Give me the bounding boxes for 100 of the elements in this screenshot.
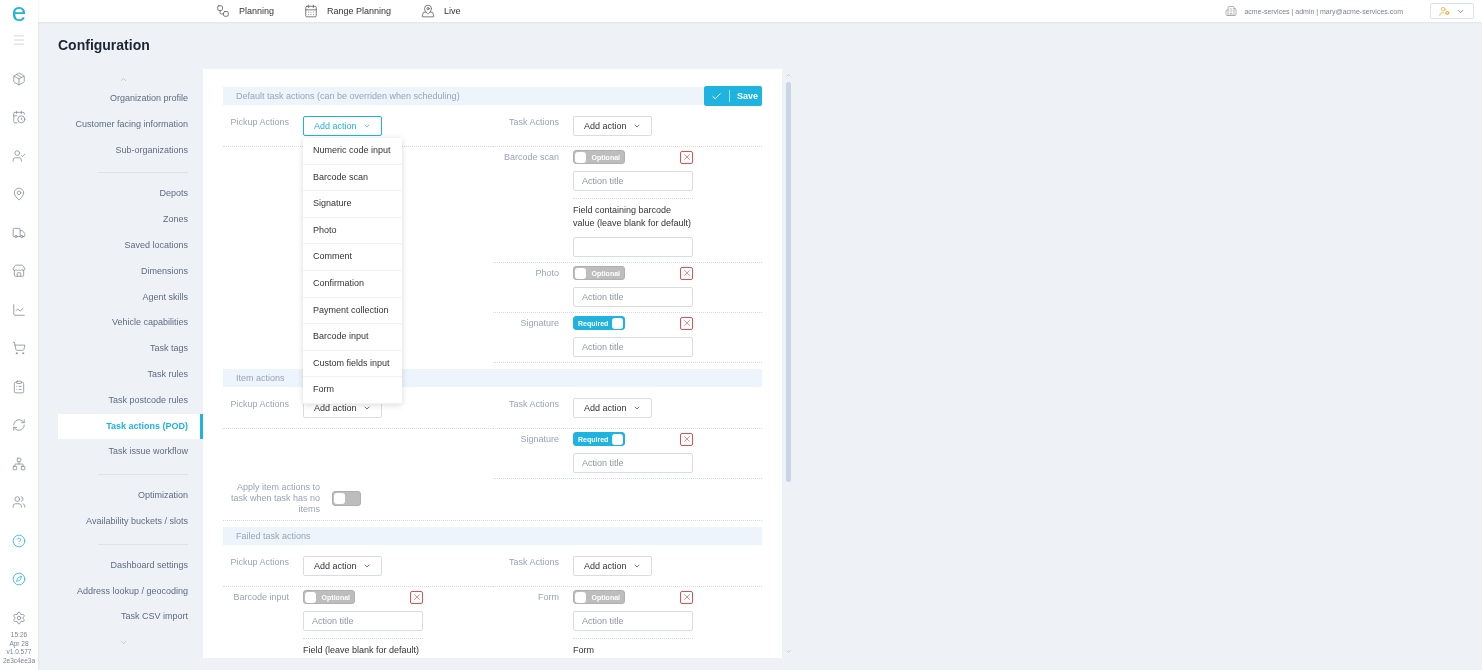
close-icon: [681, 152, 692, 162]
caret-icon: [362, 122, 371, 130]
action-label: Photo: [534, 267, 559, 280]
calendar-clock-icon[interactable]: [12, 110, 26, 124]
top-nav-link[interactable]: Live: [421, 4, 461, 18]
remove-button[interactable]: [680, 590, 693, 604]
map-pin-icon: [421, 4, 436, 18]
input-field[interactable]: [573, 237, 693, 257]
nav-item[interactable]: Dashboard settings: [58, 552, 203, 579]
add-action-button[interactable]: Add action: [573, 398, 652, 418]
page-title: Configuration: [58, 36, 151, 54]
column-label: Pickup Actions: [229, 398, 289, 411]
column-label: Task Actions: [507, 116, 559, 129]
menu-item[interactable]: Barcode scan: [303, 164, 402, 192]
cart-icon[interactable]: [12, 341, 26, 355]
menu-item[interactable]: Barcode input: [303, 324, 402, 351]
column-label: Task Actions: [507, 556, 559, 569]
scroll-down-icon[interactable]: [784, 648, 792, 655]
caret-icon: [362, 404, 371, 412]
close-icon: [681, 434, 692, 444]
field-label: Form: [573, 644, 595, 657]
user-menu-button[interactable]: [1430, 3, 1474, 19]
store-icon[interactable]: [12, 264, 26, 278]
settings-icon[interactable]: [12, 610, 26, 625]
action-title-field[interactable]: Action title: [573, 453, 693, 473]
user-icon[interactable]: [12, 148, 26, 163]
scrollbar-thumb[interactable]: [785, 82, 791, 482]
chevron-up-icon[interactable]: [118, 75, 128, 84]
top-nav-link[interactable]: Planning: [216, 4, 275, 18]
close-icon: [681, 268, 692, 278]
nav-item[interactable]: Task rules: [58, 361, 203, 388]
nav-item[interactable]: Agent skills: [58, 284, 203, 311]
add-action-button[interactable]: Add action: [303, 556, 382, 576]
close-icon: [411, 592, 422, 602]
users-icon[interactable]: [12, 495, 26, 509]
nav-item[interactable]: Saved locations: [58, 233, 203, 259]
nav-item[interactable]: Availability buckets / slots: [58, 508, 203, 535]
nav-item[interactable]: Dimensions: [58, 258, 203, 285]
action-label: Barcode scan: [502, 151, 559, 164]
action-label: Signature: [519, 433, 559, 446]
caret-icon: [632, 404, 641, 412]
network-icon[interactable]: [12, 456, 26, 471]
close-icon: [681, 592, 692, 602]
menu-item[interactable]: Photo: [303, 217, 402, 245]
column-label: Task Actions: [507, 398, 559, 411]
action-title-field[interactable]: Action title: [573, 611, 693, 631]
check-icon: [711, 90, 722, 102]
user-icon: [1439, 5, 1450, 17]
nav-item[interactable]: Vehicle capabilities: [58, 310, 203, 337]
apply-toggle[interactable]: [332, 491, 361, 506]
menu-item[interactable]: Comment: [303, 244, 402, 271]
menu-item[interactable]: Payment collection: [303, 297, 402, 325]
refresh-icon[interactable]: [12, 418, 26, 432]
checklist-icon[interactable]: [12, 379, 26, 394]
workflow-icon: [216, 4, 230, 18]
nav-item[interactable]: Task postcode rules: [58, 387, 203, 414]
nav-item[interactable]: Task issue workflow: [58, 439, 203, 466]
remove-button[interactable]: [680, 432, 693, 446]
top-nav-link[interactable]: Range Planning: [304, 4, 392, 18]
column-label: Pickup Actions: [229, 556, 289, 569]
map-pin-icon[interactable]: [12, 187, 26, 201]
action-title-field[interactable]: Action title: [573, 337, 693, 357]
caret-icon: [362, 562, 371, 570]
menu-item[interactable]: Signature: [303, 191, 402, 218]
nav-item[interactable]: Optimization: [58, 483, 203, 509]
add-action-button[interactable]: Add action: [573, 116, 652, 136]
caret-icon: [632, 562, 641, 570]
action-label: Barcode input: [232, 591, 289, 604]
menu-item[interactable]: Numeric code input: [303, 138, 402, 165]
action-label: Signature: [519, 317, 559, 330]
remove-button[interactable]: [410, 590, 423, 604]
nav-item[interactable]: Organization profile: [58, 86, 203, 112]
caret-icon: [632, 122, 641, 130]
help-icon[interactable]: [12, 533, 26, 548]
calendar-icon: [304, 4, 319, 18]
nav-item[interactable]: Zones: [58, 207, 203, 233]
scroll-up-icon[interactable]: [784, 72, 792, 79]
action-title-field[interactable]: Action title: [573, 287, 693, 307]
action-label: Form: [537, 591, 559, 604]
nav-item[interactable]: Task CSV import: [58, 604, 203, 631]
action-title-field[interactable]: Action title: [573, 171, 693, 191]
truck-icon[interactable]: [12, 225, 26, 240]
menu-icon[interactable]: [12, 33, 26, 47]
nav-item[interactable]: Sub-organizations: [58, 137, 203, 164]
compass-icon[interactable]: [12, 572, 26, 586]
nav-item[interactable]: Task tags: [58, 336, 203, 362]
remove-button[interactable]: [680, 150, 693, 164]
line-chart-icon[interactable]: [12, 302, 26, 317]
menu-item[interactable]: Confirmation: [303, 270, 402, 298]
remove-button[interactable]: [680, 266, 693, 280]
action-title-field[interactable]: Action title: [303, 611, 423, 631]
section-title: Default task actions (can be overriden when scheduling): [236, 91, 460, 101]
nav-item[interactable]: Depots: [58, 181, 203, 208]
building-icon: [1225, 5, 1238, 17]
nav-item[interactable]: Address lookup / geocoding: [58, 578, 203, 605]
box-icon[interactable]: [12, 71, 26, 86]
column-label: Pickup Actions: [229, 116, 289, 129]
nav-item[interactable]: Customer facing information: [58, 111, 203, 138]
add-action-button[interactable]: Add action: [573, 556, 652, 576]
remove-button[interactable]: [680, 316, 693, 330]
